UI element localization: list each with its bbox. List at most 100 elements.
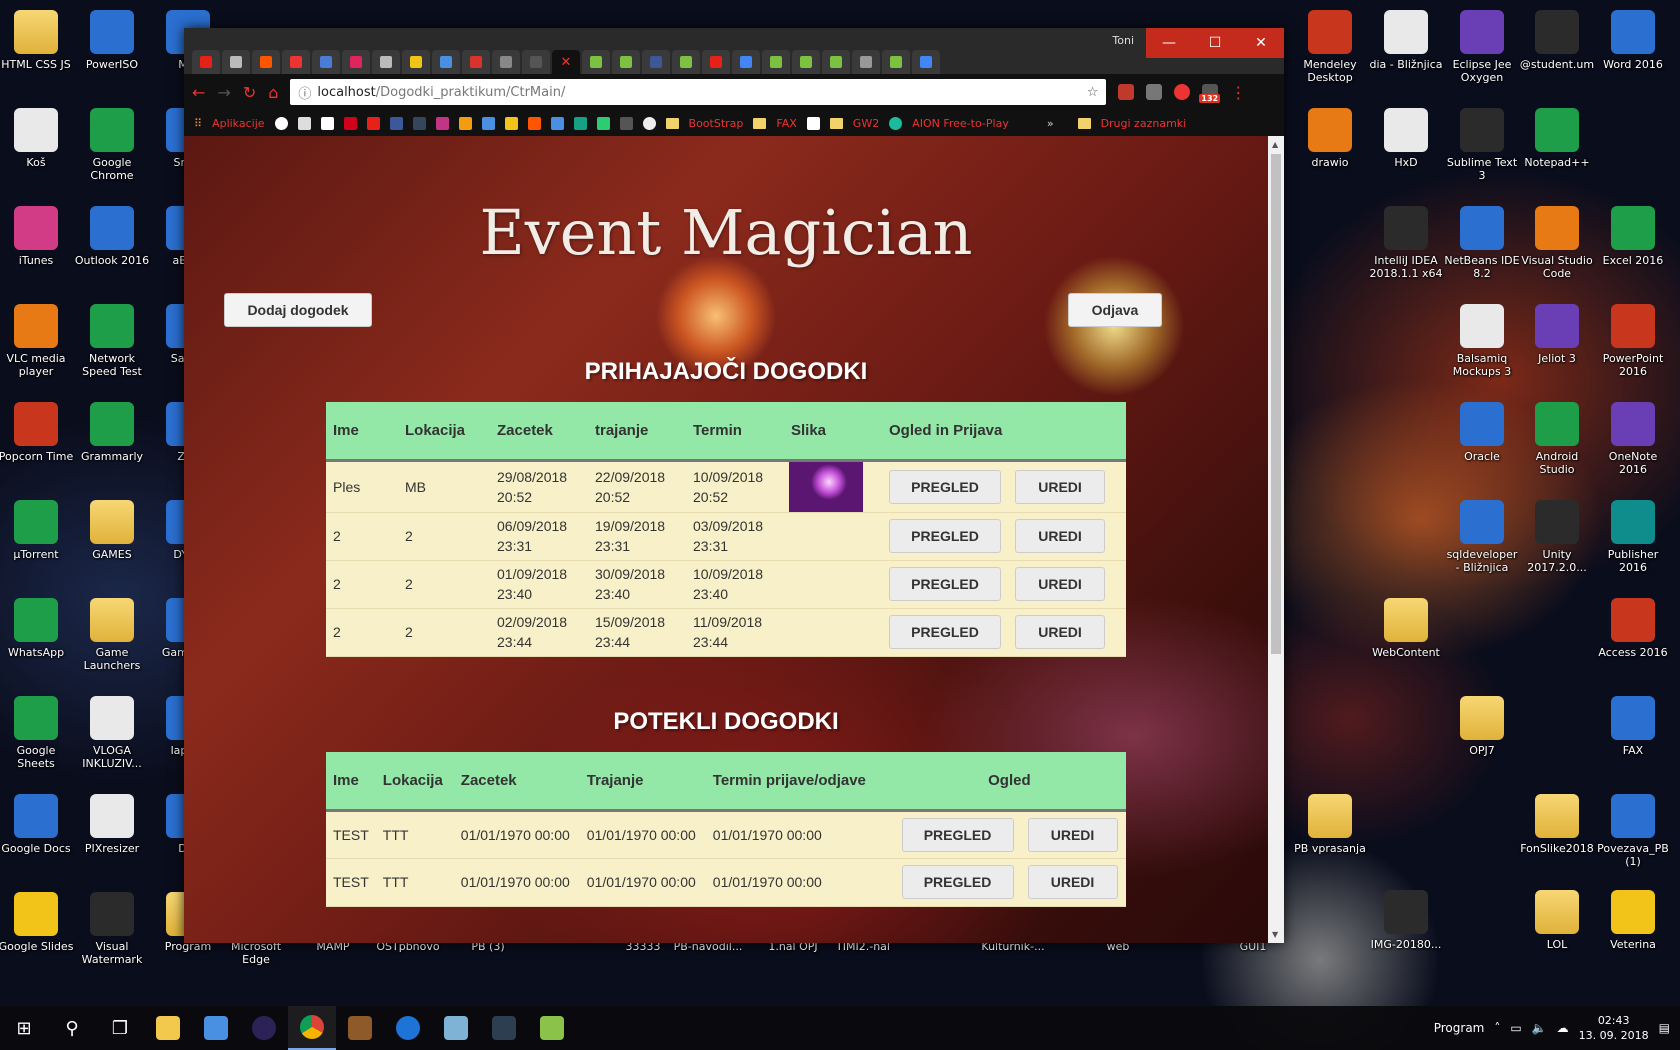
edit-button[interactable]: UREDI <box>1027 865 1118 899</box>
clock[interactable]: 02:43 13. 09. 2018 <box>1579 1013 1649 1043</box>
desktop-icon[interactable]: @student.um <box>1519 10 1595 71</box>
home-icon[interactable]: ⌂ <box>268 83 278 102</box>
taskbar-edge[interactable] <box>384 1006 432 1050</box>
taskbar-app[interactable] <box>432 1006 480 1050</box>
desktop-icon[interactable]: Mendeley Desktop <box>1292 10 1368 84</box>
desktop-icon[interactable]: Eclipse Jee Oxygen <box>1444 10 1520 84</box>
desktop-icon[interactable]: OPJ7 <box>1444 696 1520 757</box>
taskbar-eclipse[interactable] <box>240 1006 288 1050</box>
extension-badge-icon[interactable]: 132 <box>1199 84 1221 103</box>
bookmark-icon[interactable] <box>504 116 518 130</box>
taskbar-explorer[interactable] <box>144 1006 192 1050</box>
taskbar-app[interactable] <box>480 1006 528 1050</box>
taskbar-app[interactable] <box>336 1006 384 1050</box>
desktop-icon[interactable]: PowerISO <box>74 10 150 71</box>
desktop-icon[interactable]: GAMES <box>74 500 150 561</box>
view-button[interactable]: PREGLED <box>889 615 1001 649</box>
aion-icon[interactable] <box>889 116 903 130</box>
desktop-icon[interactable]: NetBeans IDE 8.2 <box>1444 206 1520 280</box>
desktop-icon[interactable]: Word 2016 <box>1595 10 1671 71</box>
desktop-icon[interactable]: IMG-20180... <box>1368 890 1444 951</box>
tab[interactable] <box>702 50 730 74</box>
notifications-icon[interactable]: ▤ <box>1659 1021 1670 1035</box>
bookmark-other[interactable]: Drugi zaznamki <box>1101 117 1187 130</box>
bookmark-icon[interactable] <box>550 116 564 130</box>
bookmark-bootstrap[interactable]: BootStrap <box>689 117 744 130</box>
start-icon[interactable]: ⊞ <box>0 1006 48 1050</box>
bookmark-icon[interactable] <box>573 116 587 130</box>
instagram-icon[interactable] <box>435 116 449 130</box>
view-button[interactable]: PREGLED <box>901 865 1014 899</box>
tab[interactable] <box>492 50 520 74</box>
edit-button[interactable]: UREDI <box>1015 469 1105 504</box>
tab[interactable] <box>882 50 910 74</box>
tab-close-icon[interactable]: ✕ <box>561 55 572 70</box>
volume-icon[interactable]: 🔈 <box>1532 1021 1547 1035</box>
desktop-icon[interactable]: FAX <box>1595 696 1671 757</box>
desktop-icon[interactable]: Koš <box>0 108 74 169</box>
bookmark-apps[interactable]: Aplikacije <box>212 117 264 130</box>
network-icon[interactable]: ▭ <box>1510 1021 1521 1035</box>
bookmark-gw2[interactable]: GW2 <box>853 117 879 130</box>
bookmark-icon[interactable] <box>343 116 357 130</box>
add-event-button[interactable]: Dodaj dogodek <box>224 293 372 327</box>
desktop-icon[interactable]: Balsamiq Mockups 3 <box>1444 304 1520 378</box>
bookmarks-overflow-icon[interactable]: » <box>1047 117 1054 130</box>
desktop-icon-label[interactable]: Microsoft Edge <box>218 940 294 966</box>
desktop-icon[interactable]: Popcorn Time <box>0 402 74 463</box>
tab[interactable] <box>912 50 940 74</box>
info-icon[interactable]: ⓘ <box>298 83 311 102</box>
desktop-icon[interactable]: iTunes <box>0 206 74 267</box>
desktop-icon[interactable]: VLC media player <box>0 304 74 378</box>
tumblr-icon[interactable] <box>412 116 426 130</box>
youtube-icon[interactable] <box>366 116 380 130</box>
bookmark-aion[interactable]: AION Free-to-Play <box>912 117 1009 130</box>
tray-label[interactable]: Program <box>1434 1021 1485 1035</box>
bookmark-fax[interactable]: FAX <box>776 117 796 130</box>
scrollbar-thumb[interactable] <box>1271 154 1281 654</box>
tab[interactable] <box>762 50 790 74</box>
desktop-icon[interactable]: Jeliot 3 <box>1519 304 1595 365</box>
tab[interactable] <box>342 50 370 74</box>
facebook-icon[interactable] <box>389 116 403 130</box>
desktop-icon[interactable]: Visual Watermark <box>74 892 150 966</box>
desktop-icon[interactable]: Sublime Text 3 <box>1444 108 1520 182</box>
tab[interactable] <box>252 50 280 74</box>
view-button[interactable]: PREGLED <box>889 469 1001 504</box>
desktop-icon[interactable]: WebContent <box>1368 598 1444 659</box>
tray-overflow-icon[interactable]: ˄ <box>1494 1021 1500 1035</box>
desktop-icon[interactable]: IntelliJ IDEA 2018.1.1 x64 <box>1368 206 1444 280</box>
desktop-icon[interactable]: Outlook 2016 <box>74 206 150 267</box>
extension-icon[interactable] <box>1174 84 1191 100</box>
apps-icon[interactable]: ⠿ <box>194 117 202 130</box>
desktop-icon[interactable]: drawio <box>1292 108 1368 169</box>
edit-button[interactable]: UREDI <box>1027 817 1118 852</box>
search-icon[interactable]: ⚲ <box>48 1006 96 1050</box>
desktop-icon[interactable]: PIXresizer <box>74 794 150 855</box>
desktop-icon[interactable]: Unity 2017.2.0... <box>1519 500 1595 574</box>
taskbar-chrome[interactable] <box>288 1006 336 1050</box>
taskbar-notepad[interactable] <box>528 1006 576 1050</box>
extension-icon[interactable] <box>1118 84 1135 100</box>
tab[interactable] <box>312 50 340 74</box>
desktop-icon[interactable]: Google Slides <box>0 892 74 953</box>
soundcloud-icon[interactable] <box>527 116 541 130</box>
bookmark-star-icon[interactable]: ☆ <box>1087 85 1099 100</box>
desktop-icon[interactable]: Google Docs <box>0 794 74 855</box>
tab[interactable] <box>672 50 700 74</box>
reload-icon[interactable]: ↻ <box>243 83 256 102</box>
bookmark-icon[interactable] <box>619 116 633 130</box>
onedrive-icon[interactable]: ☁ <box>1557 1021 1569 1035</box>
view-button[interactable]: PREGLED <box>889 519 1001 553</box>
back-icon[interactable]: ← <box>192 83 205 102</box>
bookmark-icon[interactable] <box>320 116 334 130</box>
tab[interactable] <box>222 50 250 74</box>
extension-icon[interactable] <box>1146 84 1163 100</box>
desktop-icon[interactable]: VLOGA INKLUZIV... <box>74 696 150 770</box>
desktop-icon[interactable]: Grammarly <box>74 402 150 463</box>
tab[interactable] <box>192 50 220 74</box>
logout-button[interactable]: Odjava <box>1068 293 1162 327</box>
tab[interactable] <box>372 50 400 74</box>
tab[interactable] <box>732 50 760 74</box>
desktop-icon[interactable]: Publisher 2016 <box>1595 500 1671 574</box>
